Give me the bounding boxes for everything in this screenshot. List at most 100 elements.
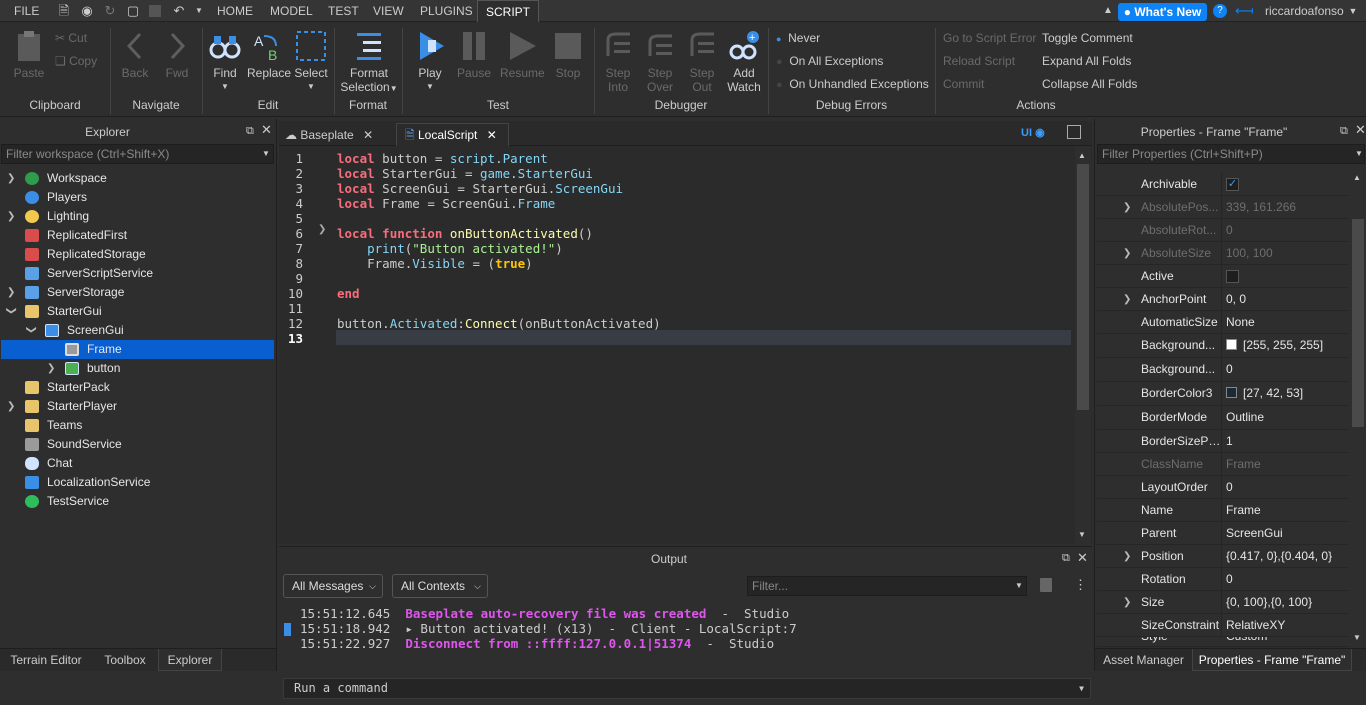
scrollbar-thumb[interactable] bbox=[1077, 164, 1089, 410]
tree-item-serverscriptservice[interactable]: ServerScriptService bbox=[0, 264, 275, 283]
undock-icon[interactable]: ⧉ bbox=[1340, 125, 1348, 138]
output-line[interactable]: 15:51:18.942 ▸ Button activated! (x13) -… bbox=[300, 621, 797, 636]
username[interactable]: riccardoafonso bbox=[1265, 0, 1344, 22]
tree-item-soundservice[interactable]: SoundService bbox=[0, 435, 275, 454]
property-row[interactable]: ❯ AbsoluteSize 100, 100 bbox=[1097, 242, 1349, 265]
output-filter-input[interactable]: Filter... bbox=[747, 576, 1027, 596]
close-icon[interactable]: ✕ bbox=[1355, 122, 1366, 138]
collapse-arrow-icon[interactable]: ❯ bbox=[22, 326, 41, 336]
pause-button[interactable]: Pause bbox=[456, 30, 492, 80]
cut-button[interactable]: ✂ Cut bbox=[55, 31, 87, 45]
property-row[interactable]: BorderMode Outline bbox=[1097, 406, 1349, 430]
tree-item-button[interactable]: ❯ button bbox=[0, 359, 275, 378]
step-over-button[interactable]: Step Over bbox=[642, 30, 678, 94]
reload-script-button[interactable]: Reload Script bbox=[943, 54, 1015, 68]
tab-localscript[interactable]: 🗎 LocalScript ✕ bbox=[396, 123, 509, 146]
expand-arrow-icon[interactable]: ❯ bbox=[1123, 591, 1131, 614]
property-row[interactable]: ❯ Position {0.417, 0},{0.404, 0} bbox=[1097, 545, 1349, 568]
toggle-comment-button[interactable]: Toggle Comment bbox=[1042, 31, 1133, 45]
paste-button[interactable]: Paste bbox=[12, 30, 46, 80]
close-icon[interactable]: ✕ bbox=[1077, 550, 1088, 566]
property-row[interactable]: ClassName Frame bbox=[1097, 453, 1349, 476]
tree-item-localizationservice[interactable]: LocalizationService bbox=[0, 473, 275, 492]
chevron-down-icon[interactable]: ▼ bbox=[1355, 149, 1363, 158]
resume-button[interactable]: Resume bbox=[500, 30, 545, 80]
property-row[interactable]: Background... [255, 255, 255] bbox=[1097, 334, 1349, 358]
tree-item-starterplayer[interactable]: ❯ StarterPlayer bbox=[0, 397, 275, 416]
tab-plugins[interactable]: PLUGINS bbox=[420, 0, 473, 22]
file-menu[interactable]: FILE bbox=[14, 0, 39, 22]
expand-arrow-icon[interactable]: ❯ bbox=[1123, 545, 1131, 568]
new-file-icon[interactable]: 🗎 bbox=[57, 4, 71, 18]
find-button[interactable]: Find ▼ bbox=[207, 30, 243, 94]
tab-test[interactable]: TEST bbox=[328, 0, 359, 22]
help-icon[interactable]: ? bbox=[1213, 4, 1227, 18]
property-value[interactable]: 0 bbox=[1226, 476, 1233, 499]
tree-item-chat[interactable]: Chat bbox=[0, 454, 275, 473]
more-options-icon[interactable]: ⋮ bbox=[1074, 577, 1087, 593]
command-bar-input[interactable]: Run a command ▼ bbox=[283, 678, 1091, 699]
tab-properties[interactable]: Properties - Frame "Frame" bbox=[1192, 649, 1352, 671]
debug-never-radio[interactable]: ● Never bbox=[776, 31, 820, 45]
property-value[interactable]: {0, 100},{0, 100} bbox=[1226, 591, 1312, 614]
chevron-down-icon[interactable]: ▼ bbox=[1015, 581, 1023, 590]
property-row[interactable]: Active bbox=[1097, 265, 1349, 288]
all-messages-dropdown[interactable]: All Messages ⌵ bbox=[283, 574, 383, 598]
property-row[interactable]: Background... 0 bbox=[1097, 358, 1349, 382]
undo-dropdown-icon[interactable]: ▼ bbox=[192, 4, 206, 18]
property-value[interactable]: 1 bbox=[1226, 430, 1233, 453]
collapse-arrow-icon[interactable]: ❯ bbox=[2, 307, 21, 317]
property-row[interactable]: SizeConstraint RelativeXY bbox=[1097, 614, 1349, 637]
expand-arrow-icon[interactable]: ❯ bbox=[1123, 196, 1131, 219]
property-value[interactable]: 0 bbox=[1226, 358, 1233, 381]
copy-button[interactable]: ❏ Copy bbox=[55, 54, 97, 68]
undo-icon[interactable]: ↶ bbox=[172, 4, 186, 18]
tab-script[interactable]: SCRIPT bbox=[477, 0, 540, 22]
property-row[interactable]: AutomaticSize None bbox=[1097, 311, 1349, 334]
close-icon[interactable]: ✕ bbox=[261, 122, 272, 138]
undock-icon[interactable]: ⧉ bbox=[1062, 552, 1070, 565]
property-value[interactable]: 0 bbox=[1226, 568, 1233, 591]
scroll-up-icon[interactable]: ▲ bbox=[1353, 173, 1361, 182]
publish-icon[interactable]: ▢ bbox=[126, 4, 140, 18]
tab-baseplate[interactable]: ☁ Baseplate ✕ bbox=[285, 124, 390, 146]
color-value[interactable]: [27, 42, 53] bbox=[1226, 382, 1303, 405]
share-icon[interactable]: ⟻ bbox=[1235, 4, 1254, 18]
select-dropdown-icon[interactable]: ▼ bbox=[293, 80, 329, 94]
property-row[interactable]: ❯ AbsolutePos... 339, 161.266 bbox=[1097, 196, 1349, 219]
goto-script-error-button[interactable]: Go to Script Error bbox=[943, 31, 1036, 45]
tree-item-starterpack[interactable]: StarterPack bbox=[0, 378, 275, 397]
tab-asset-manager[interactable]: Asset Manager bbox=[1095, 649, 1192, 671]
tab-view[interactable]: VIEW bbox=[373, 0, 404, 22]
find-dropdown-icon[interactable]: ▼ bbox=[207, 80, 243, 94]
forward-button[interactable]: Fwd bbox=[162, 30, 192, 80]
property-row[interactable]: Rotation 0 bbox=[1097, 568, 1349, 591]
tree-item-replicatedstorage[interactable]: ReplicatedStorage bbox=[0, 245, 275, 264]
chevron-down-icon[interactable]: ▼ bbox=[262, 149, 270, 158]
replace-button[interactable]: AB Replace bbox=[247, 30, 291, 80]
tab-explorer[interactable]: Explorer bbox=[158, 649, 222, 671]
expand-arrow-icon[interactable]: ❯ bbox=[7, 169, 17, 188]
tree-item-screengui[interactable]: ❯ ScreenGui bbox=[0, 321, 275, 340]
property-value[interactable]: RelativeXY bbox=[1226, 614, 1285, 637]
property-row[interactable]: BorderColor3 [27, 42, 53] bbox=[1097, 382, 1349, 406]
scroll-up-icon[interactable]: ▲ bbox=[1078, 151, 1086, 160]
binoculars-icon[interactable]: ◉ bbox=[80, 4, 94, 18]
tab-model[interactable]: MODEL bbox=[270, 0, 313, 22]
property-value[interactable]: ScreenGui bbox=[1226, 522, 1283, 545]
tree-item-players[interactable]: Players bbox=[0, 188, 275, 207]
expand-arrow-icon[interactable]: ❯ bbox=[47, 359, 57, 378]
property-value[interactable]: Custom bbox=[1226, 637, 1267, 646]
debug-unhandled-radio[interactable]: ● On Unhandled Exceptions bbox=[776, 77, 929, 91]
stop-button[interactable]: Stop bbox=[550, 30, 586, 80]
scroll-down-icon[interactable]: ▼ bbox=[1353, 633, 1361, 642]
commit-button[interactable]: Commit bbox=[943, 77, 984, 91]
tree-item-teams[interactable]: Teams bbox=[0, 416, 275, 435]
tree-item-frame[interactable]: Frame bbox=[1, 340, 274, 359]
tree-item-testservice[interactable]: TestService bbox=[0, 492, 275, 511]
debug-all-exceptions-radio[interactable]: ● On All Exceptions bbox=[776, 54, 883, 68]
collapse-ribbon-icon[interactable]: ▲ bbox=[1101, 4, 1115, 18]
split-view-icon[interactable] bbox=[1067, 125, 1081, 139]
expand-arrow-icon[interactable]: ❯ bbox=[1123, 242, 1131, 265]
property-row[interactable]: Style Custom bbox=[1097, 637, 1349, 647]
